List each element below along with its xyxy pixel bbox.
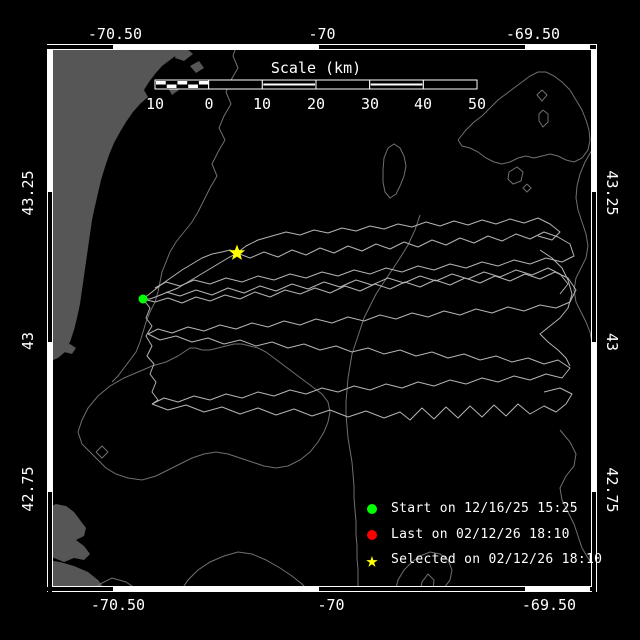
scale-tick-label: 10 — [253, 96, 271, 112]
axis-tick-label-bottom: -69.50 — [522, 597, 576, 613]
axis-tick-label-top: -69.50 — [506, 26, 560, 42]
axis-tick-label-right: 43 — [604, 333, 620, 351]
track-layer[interactable] — [143, 218, 576, 420]
legend-item-start: Start on 12/16/25 15:25 — [360, 501, 578, 517]
start-marker[interactable] — [139, 295, 148, 304]
scale-tick-label: 0 — [204, 96, 213, 112]
scale-tick-label: 20 — [307, 96, 325, 112]
legend-label-last: Last on 02/12/26 18:10 — [391, 527, 570, 543]
scale-bar-title: Scale (km) — [271, 60, 361, 76]
axis-tick-label-bottom: -70.50 — [91, 597, 145, 613]
legend-item-last: Last on 02/12/26 18:10 — [360, 527, 570, 543]
scale-tick-label: 50 — [468, 96, 486, 112]
scale-tick-label: 30 — [361, 96, 379, 112]
legend-label-start: Start on 12/16/25 15:25 — [391, 501, 578, 517]
axis-tick-label-right: 43.25 — [604, 170, 620, 215]
axis-tick-label-top: -70.50 — [88, 26, 142, 42]
legend-item-selected: ★ Selected on 02/12/26 18:10 — [360, 552, 602, 568]
axis-tick-label-right: 42.75 — [604, 467, 620, 512]
legend-label-selected: Selected on 02/12/26 18:10 — [391, 552, 602, 568]
selected-legend-icon: ★ — [360, 552, 384, 568]
scale-tick-label: 40 — [414, 96, 432, 112]
scale-tick-label: 10 — [146, 96, 164, 112]
axis-tick-label-bottom: -70 — [317, 597, 344, 613]
selected-marker[interactable] — [229, 245, 245, 260]
axis-tick-label-left: 42.75 — [20, 466, 36, 511]
axis-tick-label-left: 43.25 — [20, 170, 36, 215]
land-layer — [47, 44, 204, 592]
last-legend-icon — [360, 527, 384, 543]
axis-tick-label-top: -70 — [308, 26, 335, 42]
scale-bar — [155, 80, 477, 89]
axis-tick-label-left: 43 — [20, 332, 36, 350]
start-legend-icon — [360, 501, 384, 517]
plot-window: -70.50 -70 -69.50 -70.50 -70 -69.50 43.2… — [0, 0, 640, 640]
